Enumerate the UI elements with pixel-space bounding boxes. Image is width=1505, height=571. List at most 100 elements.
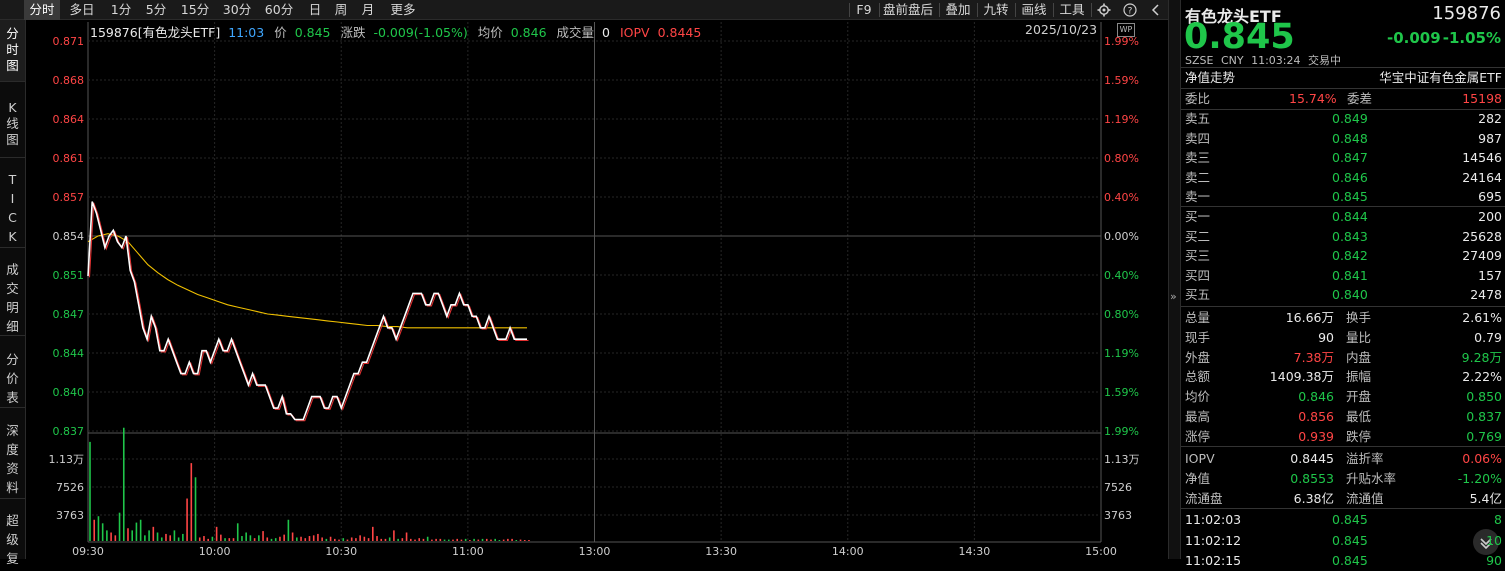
sidetab-intraday[interactable]: 分 时 图 <box>0 20 25 82</box>
tab-intraday[interactable]: 分时 <box>24 0 60 20</box>
tracking-index-name[interactable]: 华宝中证有色金属ETF <box>1379 68 1502 88</box>
stat-label: 振幅 <box>1346 369 1372 385</box>
volume-bar <box>300 536 302 541</box>
volume-bar <box>329 536 332 541</box>
stat-value: 0.939 <box>1298 428 1334 444</box>
volume-bar <box>502 539 505 541</box>
chart-grid <box>87 22 1102 543</box>
sidetab-trade-detail[interactable]: 成 交 明 细 <box>0 256 25 336</box>
ask-price: 0.845 <box>1332 189 1368 204</box>
pct-tick-label: 1.59% <box>1104 74 1139 87</box>
weicha-value: 15198 <box>1462 91 1502 106</box>
nine-turn-button[interactable]: 九转 <box>981 0 1011 20</box>
tab-1min[interactable]: 1分 <box>106 0 136 20</box>
volume-bar <box>494 538 496 541</box>
ask-row: 卖四 0.848 987 <box>1181 129 1505 149</box>
settings-icon[interactable] <box>1096 0 1112 20</box>
volume-bar <box>287 519 290 541</box>
nav-row[interactable]: 净值走势 华宝中证有色金属ETF <box>1181 68 1505 88</box>
tick-time: 11:02:15 <box>1185 553 1242 568</box>
volume-bar <box>447 539 450 541</box>
period-toolbar: 分时 多日 1分 5分 15分 30分 60分 日 周 月 更多 F9 盘前盘后… <box>0 0 1168 20</box>
volume-bar <box>262 531 264 541</box>
volume-bar <box>279 536 281 541</box>
bid-volume: 27409 <box>1462 248 1502 263</box>
toolbar-divider <box>1091 3 1092 17</box>
volume-bar <box>469 540 471 541</box>
tab-day[interactable]: 日 <box>305 0 325 20</box>
stat-value: 90 <box>1318 329 1334 345</box>
tab-week[interactable]: 周 <box>331 0 351 20</box>
volume-bar <box>266 537 269 541</box>
volume-bar <box>274 538 277 541</box>
price-tick-label: 0.847 <box>53 308 85 321</box>
volume-bar <box>481 538 484 541</box>
volume-bar <box>198 537 201 541</box>
volume-bar <box>236 523 239 541</box>
etf-stat-value: 5.4亿 <box>1469 490 1502 506</box>
sidetab-kline[interactable]: K 线 图 <box>0 96 25 158</box>
collapse-left-icon[interactable] <box>1148 0 1164 20</box>
stat-row: 涨停 0.939 跌停 0.769 <box>1181 427 1505 447</box>
volume-bar <box>249 535 252 541</box>
tab-month[interactable]: 月 <box>358 0 378 20</box>
stat-label: 换手 <box>1346 310 1372 325</box>
overlay-button[interactable]: 叠加 <box>943 0 973 20</box>
volume-bar <box>106 530 108 541</box>
bid-price: 0.841 <box>1332 267 1368 283</box>
tab-multi-day[interactable]: 多日 <box>64 0 100 20</box>
f9-button[interactable]: F9 <box>853 0 875 20</box>
tab-30min[interactable]: 30分 <box>218 0 256 20</box>
tab-5min[interactable]: 5分 <box>141 0 171 20</box>
ask-volume: 695 <box>1478 189 1502 204</box>
volume-bar <box>253 538 256 541</box>
tick-price: 0.845 <box>1332 512 1368 527</box>
price-tick-label: 0.851 <box>53 269 85 282</box>
expand-right-icon[interactable]: » <box>1170 290 1177 303</box>
tab-60min[interactable]: 60分 <box>260 0 298 20</box>
intraday-chart[interactable]: 0.871 1.99% 0.868 1.59% 0.864 1.19% 0.861 0.80%… <box>26 20 1168 559</box>
pre-post-market-button[interactable]: 盘前盘后 <box>881 0 935 20</box>
stat-label: 内盘 <box>1346 349 1372 365</box>
volume-bar <box>507 538 509 541</box>
pct-tick-label: 1.99% <box>1104 425 1139 438</box>
volume-bar <box>363 536 366 541</box>
volume-bar <box>118 512 121 541</box>
stat-value: 0.856 <box>1298 409 1334 424</box>
tools-button[interactable]: 工具 <box>1057 0 1087 20</box>
volume-bar <box>397 538 399 541</box>
etf-stat-row: 流通盘 6.38亿 流通值 5.4亿 <box>1181 489 1505 509</box>
sidetab-tick[interactable]: T I C K <box>0 168 25 248</box>
pct-tick-label: 0.40% <box>1104 269 1139 282</box>
nav-trend-label[interactable]: 净值走势 <box>1185 68 1235 88</box>
etf-stat-label: 流通值 <box>1346 490 1384 506</box>
sidetab-depth-info[interactable]: 深 度 资 料 <box>0 417 25 499</box>
volume-bar <box>511 538 513 541</box>
volume-bar <box>388 537 391 541</box>
volume-bar <box>393 530 395 541</box>
volume-bar <box>380 538 383 541</box>
panel-collapse-strip[interactable]: » <box>1168 0 1180 559</box>
volume-bar <box>173 530 176 541</box>
volume-bar <box>376 536 378 541</box>
time-tick-label: 14:00 <box>832 545 864 558</box>
volume-tick-label: 3763 <box>56 509 84 522</box>
volume-bar <box>207 538 209 541</box>
stat-value: 16.66万 <box>1285 310 1334 325</box>
draw-line-button[interactable]: 画线 <box>1019 0 1049 20</box>
volume-tick-label: 7526 <box>1104 481 1132 494</box>
pct-tick-label: 1.59% <box>1104 386 1139 399</box>
tick-time: 11:02:03 <box>1185 512 1242 527</box>
price-tick-label: 0.868 <box>53 74 85 87</box>
volume-bar <box>355 538 357 541</box>
tab-15min[interactable]: 15分 <box>176 0 214 20</box>
volume-bar <box>89 441 91 541</box>
price-tick-label: 0.864 <box>53 113 85 126</box>
volume-bar <box>523 540 526 541</box>
help-icon[interactable]: ? <box>1122 0 1138 20</box>
sidetab-super[interactable]: 超 级 复 <box>0 507 25 566</box>
volume-bar <box>418 538 421 541</box>
volume-bar <box>169 535 171 541</box>
tab-more[interactable]: 更多 <box>386 0 420 20</box>
sidetab-price-table[interactable]: 分 价 表 <box>0 346 25 408</box>
